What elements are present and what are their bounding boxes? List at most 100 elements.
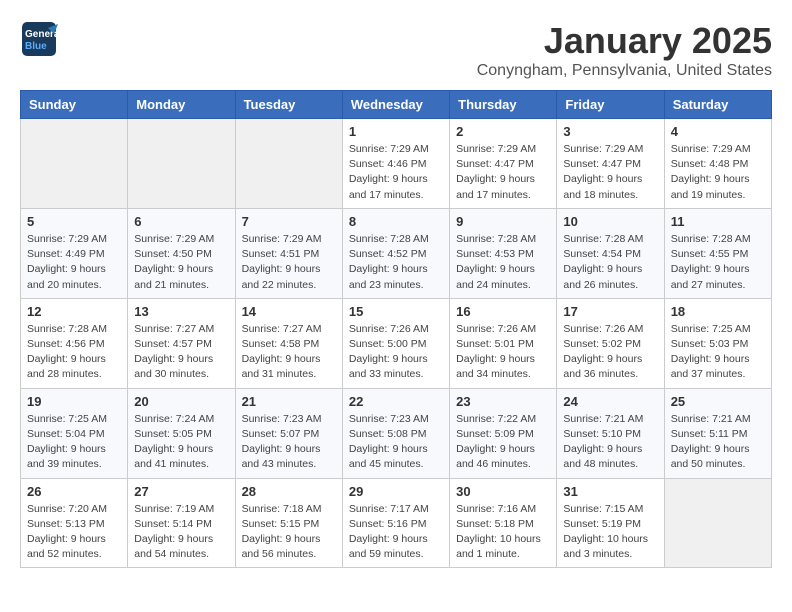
day-info: Sunrise: 7:28 AM Sunset: 4:55 PM Dayligh… — [671, 232, 765, 293]
day-info: Sunrise: 7:26 AM Sunset: 5:01 PM Dayligh… — [456, 322, 550, 383]
day-number: 9 — [456, 214, 550, 229]
day-info: Sunrise: 7:28 AM Sunset: 4:54 PM Dayligh… — [563, 232, 657, 293]
day-number: 17 — [563, 304, 657, 319]
calendar: SundayMondayTuesdayWednesdayThursdayFrid… — [20, 90, 772, 568]
day-number: 29 — [349, 484, 443, 499]
day-number: 4 — [671, 124, 765, 139]
day-info: Sunrise: 7:29 AM Sunset: 4:49 PM Dayligh… — [27, 232, 121, 293]
calendar-cell: 19Sunrise: 7:25 AM Sunset: 5:04 PM Dayli… — [21, 388, 128, 478]
logo-icon: General Blue — [20, 20, 58, 58]
calendar-cell — [128, 119, 235, 209]
day-info: Sunrise: 7:18 AM Sunset: 5:15 PM Dayligh… — [242, 502, 336, 563]
day-number: 15 — [349, 304, 443, 319]
weekday-header: Monday — [128, 91, 235, 119]
calendar-cell — [664, 478, 771, 568]
calendar-week-row: 1 Sunrise: 7:29 AM Sunset: 4:46 PM Daylig… — [21, 119, 772, 209]
day-info: Sunrise: 7:29 AM Sunset: 4:46 PM Dayligh… — [349, 142, 443, 203]
calendar-cell: 31Sunrise: 7:15 AM Sunset: 5:19 PM Dayli… — [557, 478, 664, 568]
day-number: 11 — [671, 214, 765, 229]
calendar-week-row: 12 Sunrise: 7:28 AM Sunset: 4:56 PM Dayli… — [21, 298, 772, 388]
day-info: Sunrise: 7:22 AM Sunset: 5:09 PM Dayligh… — [456, 412, 550, 473]
calendar-cell: 14 Sunrise: 7:27 AM Sunset: 4:58 PM Dayli… — [235, 298, 342, 388]
calendar-cell: 9 Sunrise: 7:28 AM Sunset: 4:53 PM Daylig… — [450, 208, 557, 298]
day-number: 16 — [456, 304, 550, 319]
calendar-header: SundayMondayTuesdayWednesdayThursdayFrid… — [21, 91, 772, 119]
day-number: 31 — [563, 484, 657, 499]
calendar-cell: 24Sunrise: 7:21 AM Sunset: 5:10 PM Dayli… — [557, 388, 664, 478]
day-number: 12 — [27, 304, 121, 319]
day-info: Sunrise: 7:29 AM Sunset: 4:47 PM Dayligh… — [456, 142, 550, 203]
day-info: Sunrise: 7:17 AM Sunset: 5:16 PM Dayligh… — [349, 502, 443, 563]
calendar-cell: 27 Sunrise: 7:19 AM Sunset: 5:14 PM Dayli… — [128, 478, 235, 568]
calendar-cell: 29 Sunrise: 7:17 AM Sunset: 5:16 PM Dayli… — [342, 478, 449, 568]
day-number: 28 — [242, 484, 336, 499]
calendar-cell: 11 Sunrise: 7:28 AM Sunset: 4:55 PM Dayli… — [664, 208, 771, 298]
title-area: January 2025 Conyngham, Pennsylvania, Un… — [477, 20, 772, 80]
calendar-cell: 16 Sunrise: 7:26 AM Sunset: 5:01 PM Dayli… — [450, 298, 557, 388]
day-number: 7 — [242, 214, 336, 229]
day-info: Sunrise: 7:29 AM Sunset: 4:50 PM Dayligh… — [134, 232, 228, 293]
day-info: Sunrise: 7:26 AM Sunset: 5:00 PM Dayligh… — [349, 322, 443, 383]
day-info: Sunrise: 7:23 AM Sunset: 5:07 PM Dayligh… — [242, 412, 336, 473]
day-info: Sunrise: 7:24 AM Sunset: 5:05 PM Dayligh… — [134, 412, 228, 473]
calendar-cell — [21, 119, 128, 209]
day-number: 21 — [242, 394, 336, 409]
calendar-week-row: 26Sunrise: 7:20 AM Sunset: 5:13 PM Dayli… — [21, 478, 772, 568]
calendar-cell — [235, 119, 342, 209]
day-info: Sunrise: 7:25 AM Sunset: 5:04 PM Dayligh… — [27, 412, 121, 473]
day-info: Sunrise: 7:28 AM Sunset: 4:52 PM Dayligh… — [349, 232, 443, 293]
weekday-header: Thursday — [450, 91, 557, 119]
day-number: 22 — [349, 394, 443, 409]
calendar-cell: 4Sunrise: 7:29 AM Sunset: 4:48 PM Daylig… — [664, 119, 771, 209]
day-number: 8 — [349, 214, 443, 229]
weekday-header: Sunday — [21, 91, 128, 119]
calendar-cell: 10Sunrise: 7:28 AM Sunset: 4:54 PM Dayli… — [557, 208, 664, 298]
svg-text:Blue: Blue — [25, 41, 47, 52]
day-number: 2 — [456, 124, 550, 139]
day-info: Sunrise: 7:19 AM Sunset: 5:14 PM Dayligh… — [134, 502, 228, 563]
day-info: Sunrise: 7:26 AM Sunset: 5:02 PM Dayligh… — [563, 322, 657, 383]
day-number: 14 — [242, 304, 336, 319]
day-info: Sunrise: 7:27 AM Sunset: 4:58 PM Dayligh… — [242, 322, 336, 383]
calendar-cell: 28 Sunrise: 7:18 AM Sunset: 5:15 PM Dayli… — [235, 478, 342, 568]
day-info: Sunrise: 7:21 AM Sunset: 5:11 PM Dayligh… — [671, 412, 765, 473]
calendar-cell: 18Sunrise: 7:25 AM Sunset: 5:03 PM Dayli… — [664, 298, 771, 388]
calendar-cell: 1 Sunrise: 7:29 AM Sunset: 4:46 PM Daylig… — [342, 119, 449, 209]
calendar-cell: 20 Sunrise: 7:24 AM Sunset: 5:05 PM Dayli… — [128, 388, 235, 478]
day-number: 30 — [456, 484, 550, 499]
calendar-cell: 3Sunrise: 7:29 AM Sunset: 4:47 PM Daylig… — [557, 119, 664, 209]
calendar-week-row: 19Sunrise: 7:25 AM Sunset: 5:04 PM Dayli… — [21, 388, 772, 478]
day-info: Sunrise: 7:29 AM Sunset: 4:51 PM Dayligh… — [242, 232, 336, 293]
day-number: 6 — [134, 214, 228, 229]
day-info: Sunrise: 7:16 AM Sunset: 5:18 PM Dayligh… — [456, 502, 550, 563]
calendar-cell: 5Sunrise: 7:29 AM Sunset: 4:49 PM Daylig… — [21, 208, 128, 298]
day-number: 24 — [563, 394, 657, 409]
day-number: 20 — [134, 394, 228, 409]
day-info: Sunrise: 7:27 AM Sunset: 4:57 PM Dayligh… — [134, 322, 228, 383]
weekday-header: Saturday — [664, 91, 771, 119]
calendar-cell: 2 Sunrise: 7:29 AM Sunset: 4:47 PM Daylig… — [450, 119, 557, 209]
day-info: Sunrise: 7:25 AM Sunset: 5:03 PM Dayligh… — [671, 322, 765, 383]
day-number: 1 — [349, 124, 443, 139]
weekday-header: Wednesday — [342, 91, 449, 119]
location-subtitle: Conyngham, Pennsylvania, United States — [477, 62, 772, 80]
calendar-week-row: 5Sunrise: 7:29 AM Sunset: 4:49 PM Daylig… — [21, 208, 772, 298]
calendar-cell: 7 Sunrise: 7:29 AM Sunset: 4:51 PM Daylig… — [235, 208, 342, 298]
calendar-cell: 17 Sunrise: 7:26 AM Sunset: 5:02 PM Dayli… — [557, 298, 664, 388]
day-number: 27 — [134, 484, 228, 499]
day-info: Sunrise: 7:28 AM Sunset: 4:56 PM Dayligh… — [27, 322, 121, 383]
day-number: 13 — [134, 304, 228, 319]
calendar-cell: 12 Sunrise: 7:28 AM Sunset: 4:56 PM Dayli… — [21, 298, 128, 388]
day-info: Sunrise: 7:23 AM Sunset: 5:08 PM Dayligh… — [349, 412, 443, 473]
day-info: Sunrise: 7:20 AM Sunset: 5:13 PM Dayligh… — [27, 502, 121, 563]
day-info: Sunrise: 7:29 AM Sunset: 4:47 PM Dayligh… — [563, 142, 657, 203]
calendar-cell: 30 Sunrise: 7:16 AM Sunset: 5:18 PM Dayli… — [450, 478, 557, 568]
calendar-cell: 15 Sunrise: 7:26 AM Sunset: 5:00 PM Dayli… — [342, 298, 449, 388]
day-info: Sunrise: 7:28 AM Sunset: 4:53 PM Dayligh… — [456, 232, 550, 293]
calendar-cell: 6 Sunrise: 7:29 AM Sunset: 4:50 PM Daylig… — [128, 208, 235, 298]
calendar-cell: 22 Sunrise: 7:23 AM Sunset: 5:08 PM Dayli… — [342, 388, 449, 478]
logo: General Blue — [20, 20, 58, 58]
day-number: 23 — [456, 394, 550, 409]
calendar-cell: 26Sunrise: 7:20 AM Sunset: 5:13 PM Dayli… — [21, 478, 128, 568]
weekday-header: Tuesday — [235, 91, 342, 119]
